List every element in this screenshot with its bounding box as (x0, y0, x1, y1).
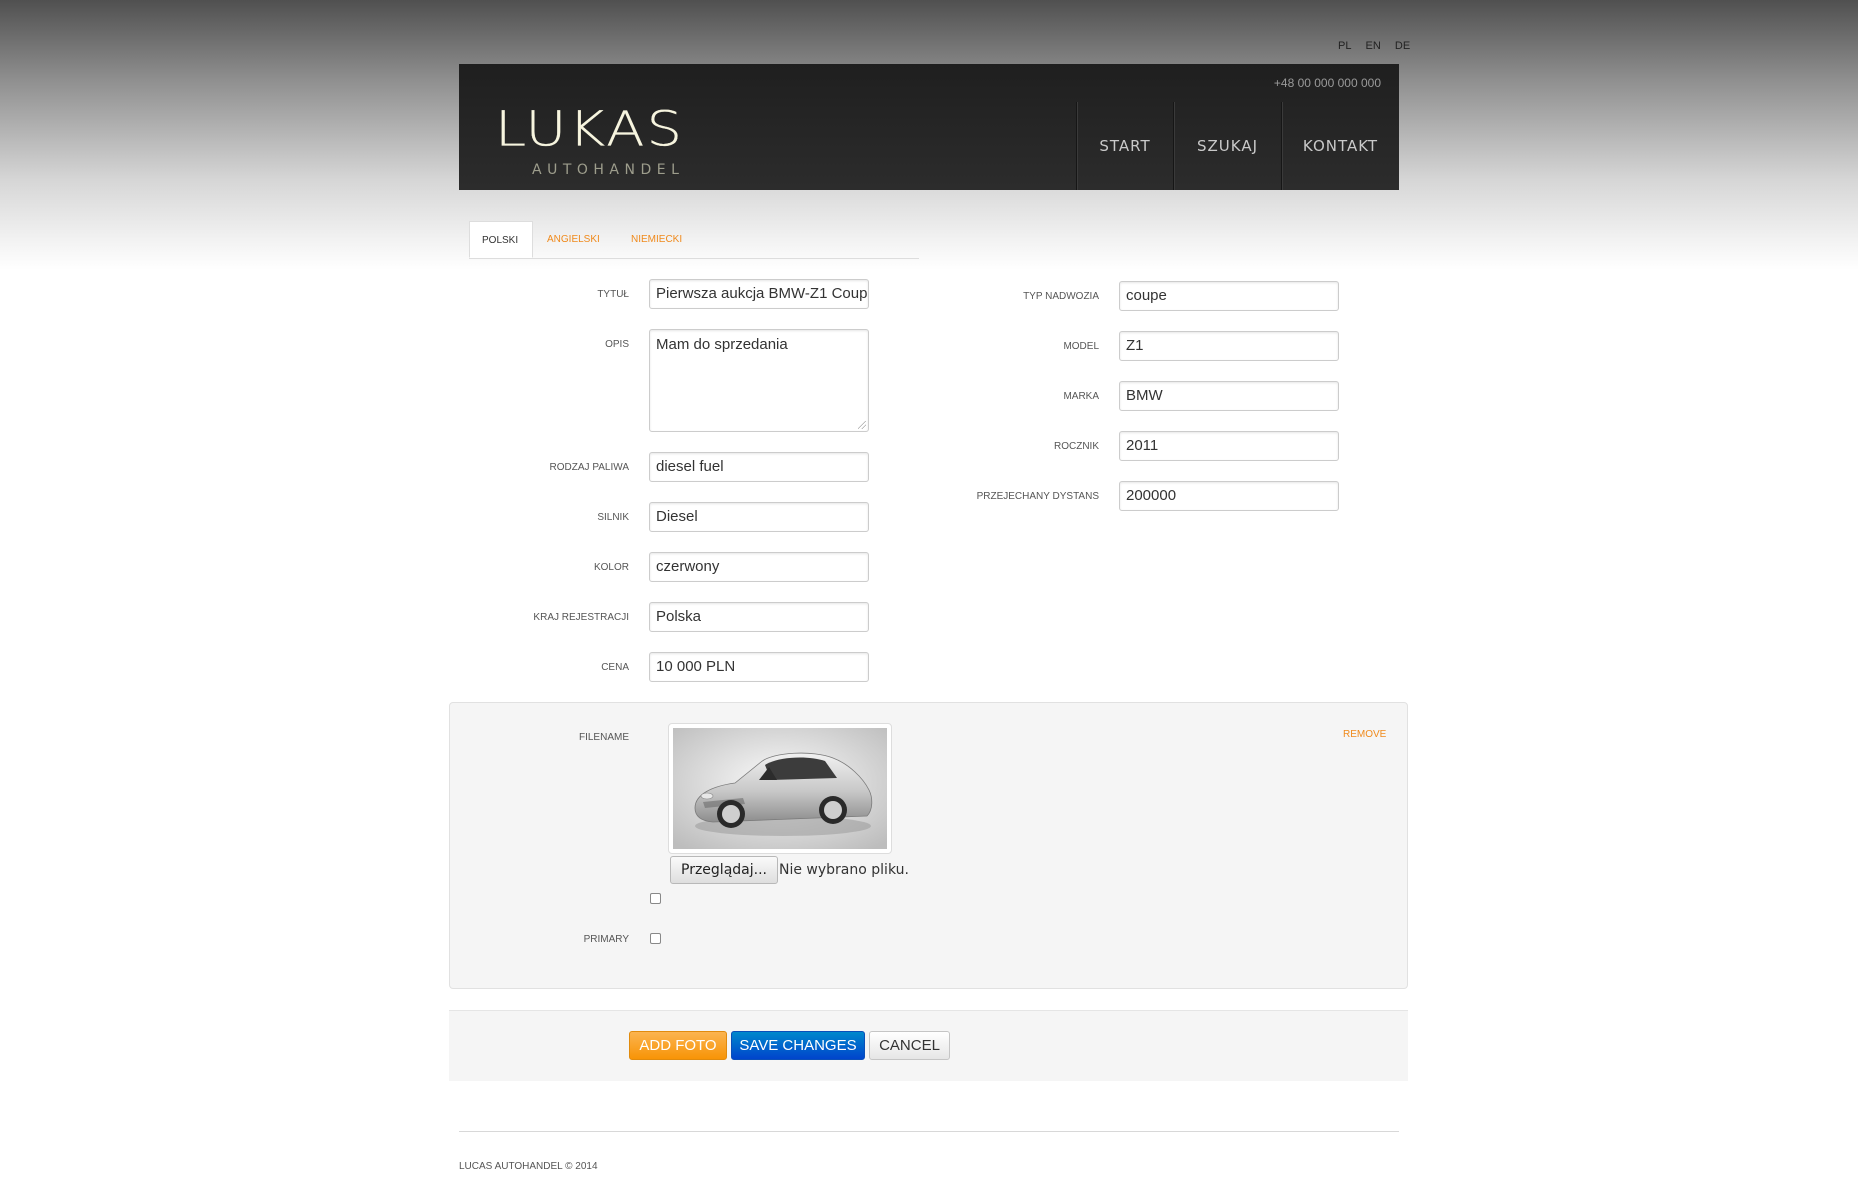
file-status-text: Nie wybrano pliku. (779, 862, 909, 878)
tab-angielski[interactable]: ANGIELSKI (547, 221, 600, 258)
lang-pl-link[interactable]: PL (1338, 40, 1351, 52)
language-switch: PL EN DE (1338, 40, 1410, 52)
engine-label: SILNIK (597, 512, 629, 523)
add-photo-button[interactable]: ADD FOTO (629, 1031, 727, 1060)
brand-input[interactable]: BMW (1119, 381, 1339, 411)
country-input[interactable]: Polska (649, 602, 869, 632)
resize-grip-icon[interactable] (858, 421, 866, 429)
tab-niemiecki[interactable]: NIEMIECKI (631, 221, 682, 258)
primary-checkbox[interactable] (650, 933, 661, 944)
nav-szukaj[interactable]: SZUKAJ (1173, 102, 1281, 190)
nav-start[interactable]: START (1076, 102, 1173, 190)
car-photo-image (673, 728, 887, 849)
fuel-input[interactable]: diesel fuel (649, 452, 869, 482)
logo-title: LUKAS (495, 101, 684, 158)
nav-kontakt[interactable]: KONTAKT (1281, 102, 1399, 190)
description-text: Mam do sprzedania (656, 336, 788, 353)
color-label: KOLOR (593, 562, 629, 573)
browse-file-button[interactable]: Przeglądaj... (670, 856, 778, 884)
remove-photo-link[interactable]: REMOVE (1343, 729, 1386, 740)
model-input[interactable]: Z1 (1119, 331, 1339, 361)
logo[interactable]: LUKAS AUTOHANDEL (495, 101, 684, 178)
phone-number: +48 00 000 000 000 (1273, 76, 1381, 90)
save-changes-button[interactable]: SAVE CHANGES (731, 1031, 865, 1060)
site-header: +48 00 000 000 000 LUKAS AUTOHANDEL STAR… (459, 64, 1399, 190)
primary-label: PRIMARY (583, 934, 629, 945)
footer-divider (459, 1131, 1399, 1133)
brand-label: MARKA (1063, 391, 1099, 402)
title-label: TYTUŁ (597, 289, 629, 300)
price-label: CENA (601, 662, 629, 673)
cancel-button[interactable]: CANCEL (869, 1031, 950, 1060)
main-nav: START SZUKAJ KONTAKT (1076, 102, 1399, 190)
description-textarea[interactable]: Mam do sprzedania (649, 329, 869, 432)
title-input[interactable]: Pierwsza aukcja BMW-Z1 Coupe (649, 279, 869, 309)
color-input[interactable]: czerwony (649, 552, 869, 582)
filename-label: FILENAME (578, 732, 629, 743)
lang-de-link[interactable]: DE (1395, 40, 1410, 52)
year-input[interactable]: 2011 (1119, 431, 1339, 461)
description-label: OPIS (605, 339, 629, 350)
photo-thumbnail (668, 723, 892, 854)
logo-subtitle: AUTOHANDEL (532, 162, 685, 178)
language-tabs: POLSKI ANGIELSKI NIEMIECKI (469, 221, 919, 259)
mileage-input[interactable]: 200000 (1119, 481, 1339, 511)
fuel-label: RODZAJ PALIWA (549, 462, 629, 473)
photo-delete-checkbox[interactable] (650, 893, 661, 904)
tab-polski[interactable]: POLSKI (469, 221, 533, 258)
body-type-label: TYP NADWOZIA (1023, 291, 1099, 302)
body-type-input[interactable]: coupe (1119, 281, 1339, 311)
mileage-label: PRZEJECHANY DYSTANS (976, 491, 1099, 502)
country-label: KRAJ REJESTRACJI (533, 612, 629, 623)
price-input[interactable]: 10 000 PLN (649, 652, 869, 682)
engine-input[interactable]: Diesel (649, 502, 869, 532)
model-label: MODEL (1063, 341, 1099, 352)
photo-panel (449, 702, 1408, 989)
lang-en-link[interactable]: EN (1366, 40, 1381, 52)
year-label: ROCZNIK (1054, 441, 1099, 452)
footer-copyright: LUCAS AUTOHANDEL © 2014 (459, 1161, 598, 1172)
